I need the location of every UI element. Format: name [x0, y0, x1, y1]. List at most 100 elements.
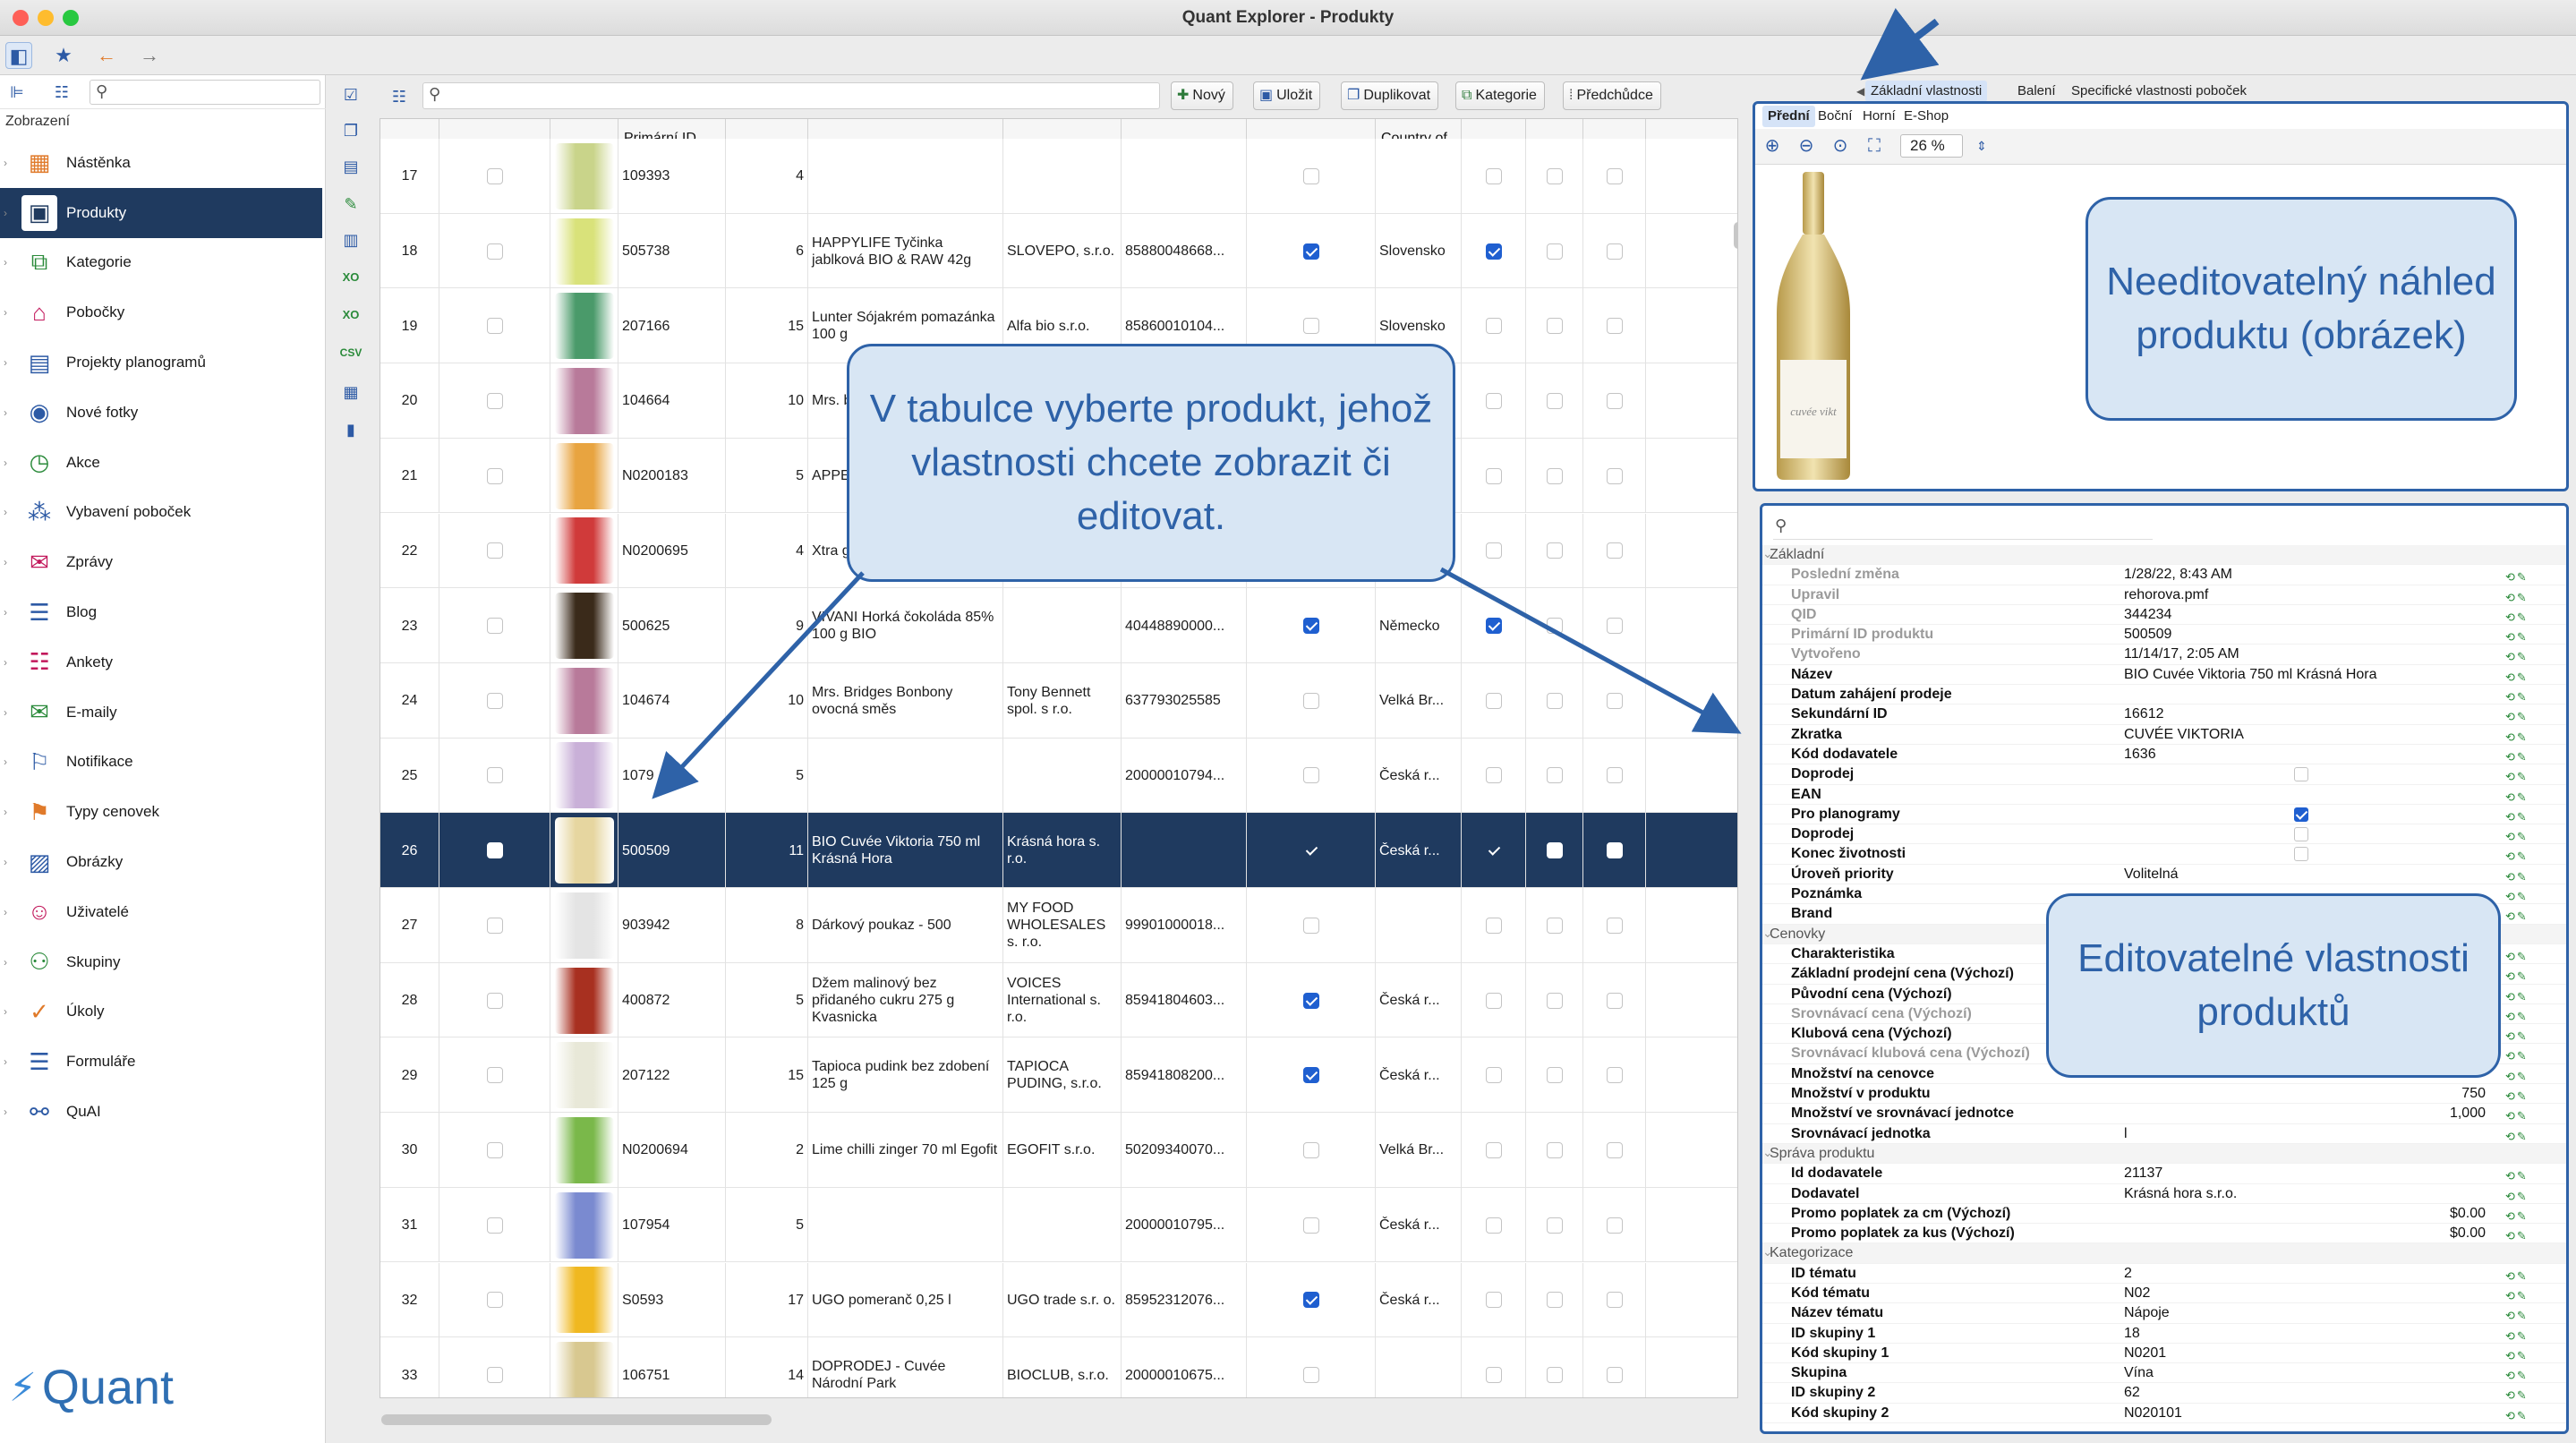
planogram-checkbox[interactable]: [1302, 842, 1319, 859]
seasonal-checkbox[interactable]: [1606, 1367, 1623, 1384]
property-row[interactable]: ID skupiny 2 62 ⟲✎: [1762, 1383, 2566, 1404]
bio-checkbox[interactable]: [1485, 167, 1502, 184]
tag-icon[interactable]: ✎: [338, 192, 363, 217]
seasonal-checkbox[interactable]: [1606, 318, 1623, 335]
seasonal-checkbox[interactable]: [1606, 1292, 1623, 1309]
new-button[interactable]: ✚ Nový: [1171, 81, 1233, 110]
sidebar-item-tasks[interactable]: › ✓ Úkoly: [0, 987, 322, 1037]
seasonal-checkbox[interactable]: [1606, 167, 1623, 184]
property-row[interactable]: EAN ⟲✎: [1762, 785, 2566, 805]
marked-checkbox[interactable]: [486, 842, 503, 859]
property-row[interactable]: Upravil rehorova.pmf ⟲✎: [1762, 585, 2566, 605]
property-row[interactable]: Doprodej ⟲✎: [1762, 824, 2566, 845]
property-value[interactable]: Krásná hora s.r.o.: [2124, 1184, 2486, 1204]
property-row[interactable]: Konec životnosti ⟲✎: [1762, 844, 2566, 865]
sidebar-item-equipment[interactable]: › ⁂ Vybavení poboček: [0, 488, 322, 538]
planogram-checkbox[interactable]: [1302, 243, 1319, 260]
chevron-right-icon[interactable]: ›: [4, 1106, 13, 1118]
vege-checkbox[interactable]: [1546, 842, 1563, 859]
chart-icon[interactable]: ▮: [338, 417, 363, 442]
property-value[interactable]: 750: [2124, 1084, 2486, 1104]
seasonal-checkbox[interactable]: [1606, 1067, 1623, 1084]
table-row[interactable]: 29 207122 15 Tapioca pudink bez zdobení 125…: [380, 1037, 1737, 1114]
table-row[interactable]: 26 500509 11 BIO Cuvée Viktoria 750 ml Krás…: [380, 813, 1737, 888]
property-row[interactable]: Srovnávací jednotka l ⟲✎: [1762, 1124, 2566, 1144]
bio-checkbox[interactable]: [1485, 618, 1502, 635]
vege-checkbox[interactable]: [1546, 618, 1563, 635]
marked-checkbox[interactable]: [486, 692, 503, 709]
property-row[interactable]: Zkratka CUVÉE VIKTORIA ⟲✎: [1762, 725, 2566, 745]
planogram-checkbox[interactable]: [1302, 767, 1319, 784]
tab-eshop[interactable]: E-Shop: [1898, 106, 1954, 127]
sidebar-item-email[interactable]: › ✉ E-maily: [0, 687, 322, 738]
marked-checkbox[interactable]: [486, 542, 503, 559]
chevron-right-icon[interactable]: ›: [4, 1005, 13, 1018]
sidebar-item-blog[interactable]: › ☰ Blog: [0, 587, 322, 637]
bio-checkbox[interactable]: [1485, 1367, 1502, 1384]
seasonal-checkbox[interactable]: [1606, 467, 1623, 484]
vege-checkbox[interactable]: [1546, 767, 1563, 784]
property-value[interactable]: 2: [2124, 1264, 2486, 1284]
vege-checkbox[interactable]: [1546, 167, 1563, 184]
property-value[interactable]: N020101: [2124, 1404, 2486, 1423]
sidebar-item-ai[interactable]: › ⚯ QuAI: [0, 1087, 322, 1137]
close-window-button[interactable]: [13, 10, 29, 26]
seasonal-checkbox[interactable]: [1606, 1217, 1623, 1234]
sidebar-item-planogram-projects[interactable]: › ▤ Projekty planogramů: [0, 337, 322, 388]
table-row[interactable]: 30 N0200694 2 Lime chilli zinger 70 ml Egof…: [380, 1113, 1737, 1188]
marked-checkbox[interactable]: [486, 1367, 503, 1384]
properties-search-input[interactable]: ⚲: [1773, 515, 2153, 540]
property-value[interactable]: 62: [2124, 1383, 2486, 1403]
table-row[interactable]: 24 104674 10 Mrs. Bridges Bonbony ovocná sm…: [380, 662, 1737, 739]
seasonal-checkbox[interactable]: [1606, 243, 1623, 260]
property-row[interactable]: Doprodej ⟲✎: [1762, 764, 2566, 785]
bio-checkbox[interactable]: [1485, 992, 1502, 1009]
bio-checkbox[interactable]: [1485, 692, 1502, 709]
bio-checkbox[interactable]: [1485, 1292, 1502, 1309]
csv-icon[interactable]: CSV: [338, 340, 363, 365]
property-value[interactable]: $0.00: [2124, 1224, 2486, 1243]
table-settings-icon[interactable]: ☷: [387, 84, 412, 109]
marked-checkbox[interactable]: [486, 1217, 503, 1234]
vege-checkbox[interactable]: [1546, 392, 1563, 409]
sidebar-item-categories[interactable]: › ⧉ Kategorie: [0, 238, 322, 288]
property-value[interactable]: 1636: [2124, 745, 2486, 764]
chevron-right-icon[interactable]: ›: [4, 956, 13, 969]
zoom-stepper-icon[interactable]: ⇕: [1970, 134, 1993, 158]
predecessor-button[interactable]: ⁞ Předchůdce: [1563, 81, 1661, 110]
property-checkbox[interactable]: [2294, 807, 2308, 822]
zoom-in-icon[interactable]: ⊕: [1761, 134, 1784, 158]
sidebar-item-polls[interactable]: › ☷ Ankety: [0, 637, 322, 687]
property-row[interactable]: Poslední změna 1/28/22, 8:43 AM ⟲✎: [1762, 565, 2566, 585]
bio-checkbox[interactable]: [1485, 767, 1502, 784]
property-row[interactable]: Primární ID produktu 500509 ⟲✎: [1762, 625, 2566, 645]
bio-checkbox[interactable]: [1485, 1141, 1502, 1158]
planogram-checkbox[interactable]: [1302, 1141, 1319, 1158]
sidebar-item-users[interactable]: › ☺ Uživatelé: [0, 887, 322, 937]
chevron-right-icon[interactable]: ›: [4, 256, 13, 269]
property-checkbox[interactable]: [2294, 767, 2308, 782]
export-xls-icon[interactable]: XO: [338, 265, 363, 290]
vege-checkbox[interactable]: [1546, 1367, 1563, 1384]
property-row[interactable]: ID tématu 2 ⟲✎: [1762, 1264, 2566, 1284]
chevron-right-icon[interactable]: ›: [4, 756, 13, 768]
property-value[interactable]: CUVÉE VIKTORIA: [2124, 725, 2486, 745]
vege-checkbox[interactable]: [1546, 542, 1563, 559]
planogram-checkbox[interactable]: [1302, 992, 1319, 1009]
sidebar-item-notifications[interactable]: › ⚐ Notifikace: [0, 738, 322, 788]
property-row[interactable]: Pro planogramy ⟲✎: [1762, 805, 2566, 825]
marked-checkbox[interactable]: [486, 467, 503, 484]
back-arrow-icon[interactable]: ←: [93, 42, 120, 69]
report-icon[interactable]: ▦: [338, 380, 363, 405]
table-row[interactable]: 31 107954 5 20000010795... Česká r...: [380, 1187, 1737, 1263]
property-value[interactable]: Nápoje: [2124, 1303, 2486, 1323]
sidebar-item-products[interactable]: › ▣ Produkty: [0, 187, 322, 238]
property-value[interactable]: $0.00: [2124, 1204, 2486, 1224]
marked-checkbox[interactable]: [486, 618, 503, 635]
bio-checkbox[interactable]: [1485, 392, 1502, 409]
planogram-checkbox[interactable]: [1302, 1217, 1319, 1234]
chevron-right-icon[interactable]: ›: [4, 1055, 13, 1068]
document-icon[interactable]: ▥: [338, 227, 363, 252]
property-row[interactable]: Kód tématu N02 ⟲✎: [1762, 1284, 2566, 1304]
bio-checkbox[interactable]: [1485, 542, 1502, 559]
